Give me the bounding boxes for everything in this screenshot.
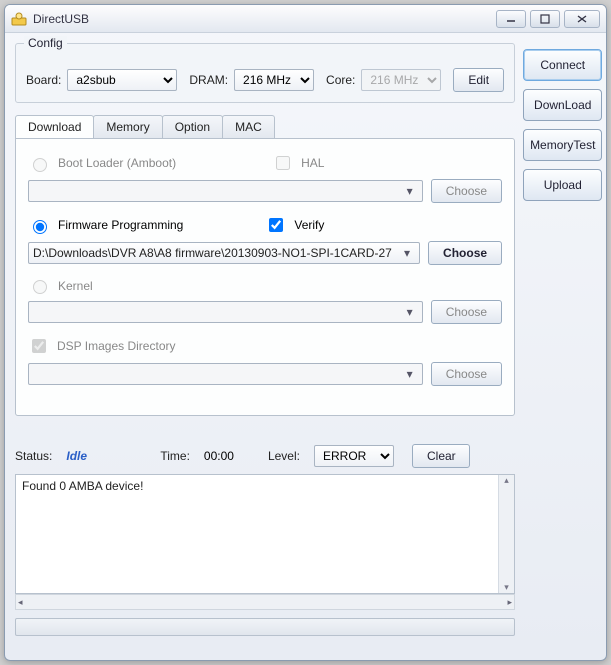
- upload-button[interactable]: Upload: [523, 169, 602, 201]
- window-title: DirectUSB: [33, 12, 496, 26]
- download-button[interactable]: DownLoad: [523, 89, 602, 121]
- scroll-right-icon[interactable]: ▸: [508, 597, 513, 608]
- chevron-down-icon: ▾: [402, 305, 418, 319]
- download-page: Boot Loader (Amboot) HAL ▾ Choose Firmwa…: [15, 138, 515, 416]
- verify-label: Verify: [294, 218, 324, 232]
- firmware-path-combo[interactable]: D:\Downloads\DVR A8\A8 firmware\20130903…: [28, 242, 420, 264]
- dram-label: DRAM:: [189, 73, 228, 87]
- tab-download[interactable]: Download: [15, 115, 94, 138]
- titlebar: DirectUSB: [5, 5, 606, 33]
- edit-button[interactable]: Edit: [453, 68, 504, 92]
- memorytest-button[interactable]: MemoryTest: [523, 129, 602, 161]
- kernel-choose-button: Choose: [431, 300, 502, 324]
- minimize-button[interactable]: [496, 10, 526, 28]
- time-value: 00:00: [204, 449, 234, 463]
- dram-combo[interactable]: 216 MHz: [234, 69, 314, 91]
- log-textarea[interactable]: Found 0 AMBA device! ▴ ▾: [15, 474, 515, 594]
- scroll-left-icon[interactable]: ◂: [18, 597, 23, 608]
- verify-checkbox[interactable]: [269, 218, 283, 232]
- vertical-scrollbar[interactable]: ▴ ▾: [498, 475, 514, 593]
- scroll-up-icon[interactable]: ▴: [504, 475, 509, 486]
- horizontal-scrollbar[interactable]: ◂ ▸: [15, 594, 515, 610]
- firmware-radio[interactable]: [33, 220, 47, 234]
- tab-option[interactable]: Option: [162, 115, 223, 138]
- progress-bar: [15, 618, 515, 636]
- tab-mac[interactable]: MAC: [222, 115, 275, 138]
- dsp-checkbox: [32, 339, 46, 353]
- kernel-label: Kernel: [58, 279, 93, 293]
- tab-memory[interactable]: Memory: [93, 115, 162, 138]
- dsp-path: ▾: [28, 363, 423, 385]
- board-label: Board:: [26, 73, 61, 87]
- bootloader-label: Boot Loader (Amboot): [58, 156, 176, 170]
- maximize-button[interactable]: [530, 10, 560, 28]
- bootloader-path: ▾: [28, 180, 423, 202]
- status-label: Status:: [15, 449, 52, 463]
- kernel-radio: [33, 280, 47, 294]
- level-label: Level:: [268, 449, 300, 463]
- chevron-down-icon: ▾: [402, 184, 418, 198]
- firmware-choose-button[interactable]: Choose: [428, 241, 502, 265]
- core-label: Core:: [326, 73, 355, 87]
- config-legend: Config: [24, 36, 67, 50]
- hal-checkbox: [276, 156, 290, 170]
- core-combo: 216 MHz: [361, 69, 441, 91]
- status-value: Idle: [66, 449, 116, 463]
- time-label: Time:: [160, 449, 190, 463]
- chevron-down-icon: ▾: [402, 367, 418, 381]
- log-line: Found 0 AMBA device!: [22, 479, 143, 493]
- tabstrip: Download Memory Option MAC: [15, 115, 515, 138]
- firmware-label: Firmware Programming: [58, 218, 183, 232]
- app-window: DirectUSB Config Board: a2sbub DRAM: 216…: [4, 4, 607, 661]
- bootloader-radio: [33, 158, 47, 172]
- config-group: Config Board: a2sbub DRAM: 216 MHz Core:…: [15, 43, 515, 103]
- bootloader-choose-button: Choose: [431, 179, 502, 203]
- kernel-path: ▾: [28, 301, 423, 323]
- hal-label: HAL: [301, 156, 324, 170]
- scroll-down-icon[interactable]: ▾: [504, 582, 509, 593]
- dsp-label: DSP Images Directory: [57, 339, 175, 353]
- dsp-choose-button: Choose: [431, 362, 502, 386]
- board-combo[interactable]: a2sbub: [67, 69, 177, 91]
- clear-button[interactable]: Clear: [412, 444, 470, 468]
- app-icon: [11, 11, 27, 27]
- connect-button[interactable]: Connect: [523, 49, 602, 81]
- close-button[interactable]: [564, 10, 600, 28]
- level-combo[interactable]: ERROR: [314, 445, 394, 467]
- chevron-down-icon[interactable]: ▾: [399, 246, 415, 260]
